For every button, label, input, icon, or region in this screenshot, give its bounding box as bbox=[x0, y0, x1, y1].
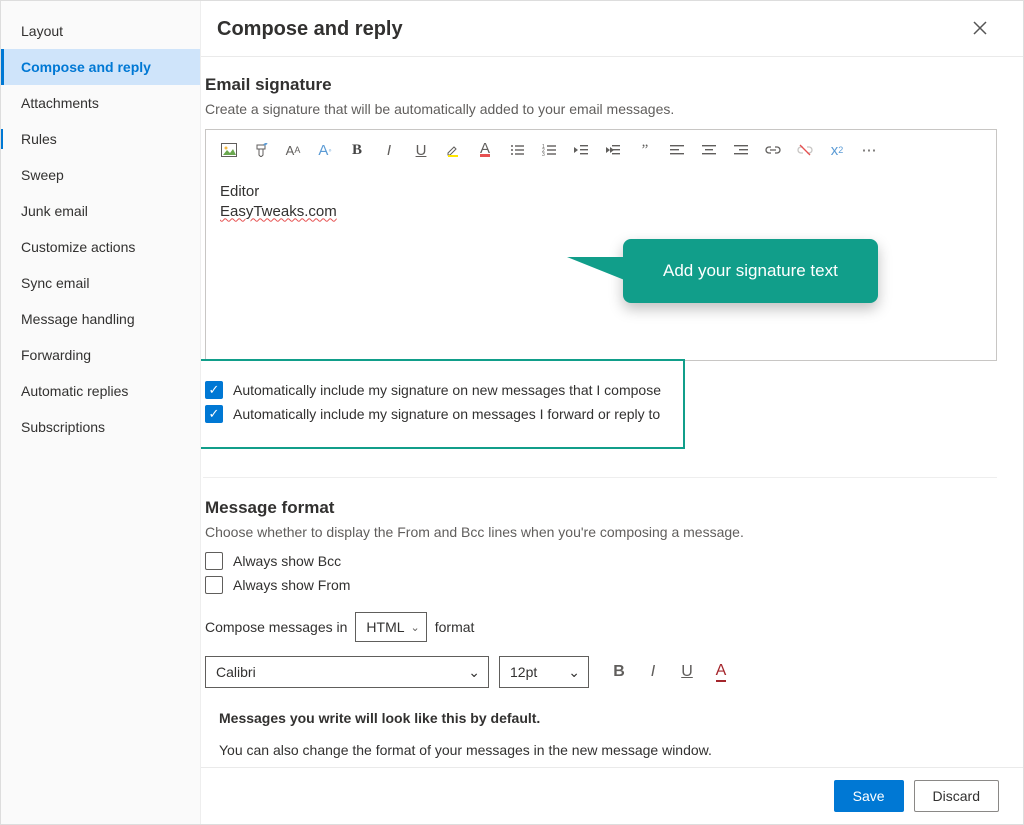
default-font-row: Calibri ⌄ 12pt ⌄ B I U A bbox=[205, 656, 997, 688]
bold-button[interactable]: B bbox=[605, 658, 633, 686]
editor-toolbar: AA A◦ B I U A 123 ” bbox=[206, 130, 996, 170]
sidebar-item-sweep[interactable]: Sweep bbox=[1, 157, 200, 193]
sidebar-item-junk-email[interactable]: Junk email bbox=[1, 193, 200, 229]
format-painter-icon[interactable] bbox=[246, 136, 276, 164]
sidebar-item-layout[interactable]: Layout bbox=[1, 13, 200, 49]
font-size-select[interactable]: 12pt ⌄ bbox=[499, 656, 589, 688]
superscript-icon[interactable]: x2 bbox=[822, 136, 852, 164]
discard-button[interactable]: Discard bbox=[914, 780, 999, 812]
bold-button[interactable]: B bbox=[342, 136, 372, 164]
number-list-icon[interactable]: 123 bbox=[534, 136, 564, 164]
indent-icon[interactable] bbox=[598, 136, 628, 164]
compose-format-select[interactable]: HTML ⌄ bbox=[355, 612, 426, 642]
compose-suffix: format bbox=[435, 619, 475, 635]
link-icon[interactable] bbox=[758, 136, 788, 164]
signature-line: Editor bbox=[220, 182, 982, 202]
compose-prefix: Compose messages in bbox=[205, 619, 347, 635]
font-select[interactable]: Calibri ⌄ bbox=[205, 656, 489, 688]
sidebar-item-forwarding[interactable]: Forwarding bbox=[1, 337, 200, 373]
checkbox-icon bbox=[205, 552, 223, 570]
compose-format-row: Compose messages in HTML ⌄ format bbox=[205, 612, 997, 642]
select-value: 12pt bbox=[510, 664, 537, 680]
bullet-list-icon[interactable] bbox=[502, 136, 532, 164]
underline-button[interactable]: U bbox=[673, 658, 701, 686]
checkbox-include-sig-new[interactable]: ✓ Automatically include my signature on … bbox=[205, 381, 673, 399]
chevron-down-icon: ⌄ bbox=[568, 664, 580, 681]
font-size-decrease-icon[interactable]: AA bbox=[278, 136, 308, 164]
chevron-down-icon: ⌄ bbox=[468, 664, 480, 681]
checkbox-always-show-from[interactable]: Always show From bbox=[205, 576, 997, 594]
sidebar-item-message-handling[interactable]: Message handling bbox=[1, 301, 200, 337]
page-header: Compose and reply bbox=[201, 1, 1023, 57]
section-heading: Email signature bbox=[205, 75, 997, 95]
preview-line: Messages you write will look like this b… bbox=[219, 710, 983, 726]
format-buttons: B I U A bbox=[605, 658, 735, 686]
font-color-button[interactable]: A bbox=[707, 658, 735, 686]
highlight-color-icon[interactable] bbox=[438, 136, 468, 164]
italic-button[interactable]: I bbox=[639, 658, 667, 686]
select-value: HTML bbox=[366, 619, 404, 635]
section-description: Create a signature that will be automati… bbox=[205, 101, 997, 117]
sidebar-item-subscriptions[interactable]: Subscriptions bbox=[1, 409, 200, 445]
scroll-area[interactable]: Email signature Create a signature that … bbox=[201, 57, 1023, 767]
checkbox-icon: ✓ bbox=[205, 405, 223, 423]
underline-button[interactable]: U bbox=[406, 136, 436, 164]
align-center-icon[interactable] bbox=[694, 136, 724, 164]
section-divider bbox=[203, 477, 997, 478]
checkbox-label: Always show Bcc bbox=[233, 553, 341, 569]
font-color-icon[interactable]: A bbox=[470, 136, 500, 164]
checkbox-include-sig-reply[interactable]: ✓ Automatically include my signature on … bbox=[205, 405, 673, 423]
sidebar-item-customize-actions[interactable]: Customize actions bbox=[1, 229, 200, 265]
insert-image-icon[interactable] bbox=[214, 136, 244, 164]
checkbox-label: Automatically include my signature on me… bbox=[233, 406, 660, 422]
settings-sidebar: Layout Compose and reply Attachments Rul… bbox=[1, 1, 201, 824]
save-button[interactable]: Save bbox=[834, 780, 904, 812]
main-panel: Compose and reply Email signature Create… bbox=[201, 1, 1023, 824]
highlighted-checkbox-area: ✓ Automatically include my signature on … bbox=[201, 359, 685, 449]
checkbox-label: Automatically include my signature on ne… bbox=[233, 382, 661, 398]
italic-button[interactable]: I bbox=[374, 136, 404, 164]
svg-text:3: 3 bbox=[542, 152, 545, 156]
preview-line: You can also change the format of your m… bbox=[219, 742, 983, 758]
quote-icon[interactable]: ” bbox=[630, 136, 660, 164]
section-heading: Message format bbox=[205, 498, 997, 518]
sidebar-item-automatic-replies[interactable]: Automatic replies bbox=[1, 373, 200, 409]
more-options-icon[interactable]: ⋯ bbox=[854, 136, 884, 164]
close-icon bbox=[973, 21, 987, 35]
select-value: Calibri bbox=[216, 664, 256, 680]
checkbox-icon bbox=[205, 576, 223, 594]
outdent-icon[interactable] bbox=[566, 136, 596, 164]
callout-text: Add your signature text bbox=[663, 261, 838, 280]
sidebar-item-compose-and-reply[interactable]: Compose and reply bbox=[1, 49, 200, 85]
font-size-increase-icon[interactable]: A◦ bbox=[310, 136, 340, 164]
sidebar-item-sync-email[interactable]: Sync email bbox=[1, 265, 200, 301]
checkbox-icon: ✓ bbox=[205, 381, 223, 399]
sidebar-item-attachments[interactable]: Attachments bbox=[1, 85, 200, 121]
sidebar-item-rules[interactable]: Rules bbox=[1, 121, 200, 157]
align-right-icon[interactable] bbox=[726, 136, 756, 164]
signature-editor: AA A◦ B I U A 123 ” bbox=[205, 129, 997, 361]
section-message-format: Message format Choose whether to display… bbox=[203, 498, 997, 767]
checkbox-always-show-bcc[interactable]: Always show Bcc bbox=[205, 552, 997, 570]
format-preview: Messages you write will look like this b… bbox=[205, 700, 997, 767]
chevron-down-icon: ⌄ bbox=[411, 621, 420, 634]
checkbox-label: Always show From bbox=[233, 577, 350, 593]
signature-line: EasyTweaks.com bbox=[220, 202, 982, 222]
close-button[interactable] bbox=[965, 15, 995, 44]
footer-actions: Save Discard bbox=[201, 767, 1023, 824]
section-description: Choose whether to display the From and B… bbox=[205, 524, 997, 540]
page-title: Compose and reply bbox=[217, 18, 403, 41]
align-left-icon[interactable] bbox=[662, 136, 692, 164]
annotation-callout: Add your signature text bbox=[623, 239, 878, 303]
unlink-icon[interactable] bbox=[790, 136, 820, 164]
